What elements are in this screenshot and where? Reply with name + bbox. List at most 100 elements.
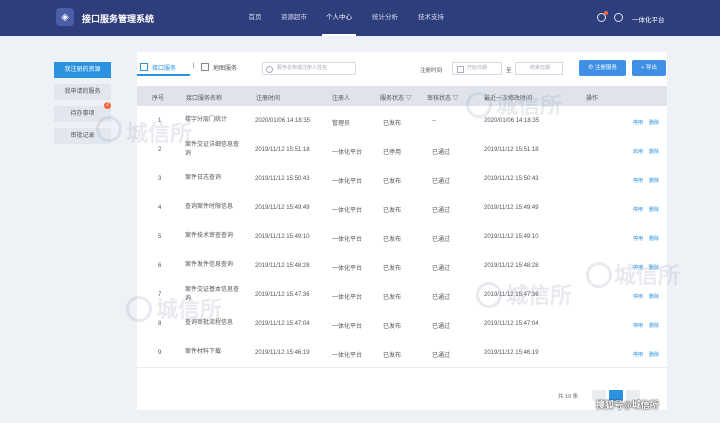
nav-home[interactable]: 首页 — [243, 0, 267, 36]
col-audit[interactable]: 审核状态 ▽ — [427, 93, 459, 102]
cell-reg-time: 2019/11/12 15:47:04 — [255, 321, 310, 327]
col-audit-label: 审核状态 — [427, 96, 452, 102]
cell-audit: 已通过 — [432, 150, 451, 156]
row-action-primary[interactable]: 停用 — [633, 206, 643, 213]
app-logo-icon: ◈ — [56, 8, 74, 26]
calendar-icon — [457, 66, 464, 73]
row-action-delete[interactable]: 删除 — [649, 293, 659, 300]
reg-time-label: 注册时间 — [420, 68, 443, 74]
todo-count-badge: 2 — [104, 102, 111, 109]
row-action-delete[interactable]: 删除 — [649, 206, 659, 213]
cell-audit: 已通过 — [432, 324, 451, 330]
cell-registrant: 一体化平台 — [332, 324, 363, 330]
row-action-primary[interactable]: 停用 — [633, 322, 643, 329]
row-action-primary[interactable]: 停用 — [633, 177, 643, 184]
cell-status: 已发布 — [383, 295, 402, 301]
cell-registrant: 管理员 — [332, 121, 351, 127]
cell-reg-time: 2020/01/06 14:18:35 — [255, 118, 311, 124]
cell-modified: 2019/11/12 15:46:19 — [484, 350, 539, 356]
cell-status: 已发布 — [383, 324, 402, 330]
cell-registrant: 一体化平台 — [332, 237, 363, 243]
row-action-delete[interactable]: 删除 — [649, 119, 659, 126]
row-action-delete[interactable]: 删除 — [649, 148, 659, 155]
end-date-input[interactable]: 结束日期 — [515, 62, 563, 75]
register-service-button[interactable]: ⊕ 注册服务 — [579, 60, 626, 76]
row-action-primary[interactable]: 停用 — [633, 351, 643, 358]
watermark-text: 城信所 — [496, 93, 563, 118]
tab-api-service[interactable]: 接口服务 — [140, 63, 176, 72]
cell-reg-time: 2019/11/12 15:46:19 — [255, 350, 310, 356]
cell-registrant: 一体化平台 — [332, 208, 363, 214]
cell-name: 案件材料下载 — [185, 349, 222, 355]
cell-name: 案件交证详细信息查询 — [185, 142, 240, 157]
row-action-primary[interactable]: 停用 — [633, 235, 643, 242]
table-row: 5 案件技术审查查询 2019/11/12 15:49:10 一体化平台 已发布… — [137, 222, 667, 252]
row-action-primary[interactable]: 停用 — [633, 293, 643, 300]
cell-modified: 2019/11/12 15:50:43 — [484, 176, 539, 182]
user-circle-icon[interactable] — [614, 13, 623, 22]
nav-tech-support[interactable]: 技术支持 — [415, 0, 447, 36]
nav-statistics[interactable]: 统计分析 — [369, 0, 401, 36]
cell-audit: 已通过 — [432, 266, 451, 272]
export-button-label: 导出 — [645, 65, 657, 71]
watermark-logo-icon — [126, 296, 152, 322]
filter-icon: ▽ — [404, 96, 412, 102]
cell-name: 查询案件时限信息 — [185, 204, 234, 210]
tab-map-service[interactable]: 地图服务 — [201, 63, 237, 72]
api-tab-icon — [140, 63, 148, 71]
search-input[interactable]: 服务名称或注册人姓名 — [262, 62, 356, 75]
cell-status: 已发布 — [383, 179, 402, 185]
cell-reg-time: 2019/11/12 15:49:49 — [255, 205, 310, 211]
row-action-delete[interactable]: 删除 — [649, 235, 659, 242]
nav-resource-market[interactable]: 资源超市 — [278, 0, 310, 36]
cell-reg-time: 2019/11/12 15:51:18 — [255, 147, 310, 153]
row-action-delete[interactable]: 删除 — [649, 177, 659, 184]
row-action-delete[interactable]: 删除 — [649, 322, 659, 329]
watermark-logo-icon — [476, 282, 502, 308]
watermark-text: 城信所 — [126, 121, 193, 146]
cell-status: 已发布 — [383, 266, 402, 272]
start-date-input[interactable]: 开始日期 — [452, 62, 502, 75]
cell-status: 已停用 — [383, 150, 402, 156]
export-button[interactable]: + 导出 — [632, 60, 666, 76]
cell-modified: 2019/11/12 15:49:49 — [484, 205, 539, 211]
row-action-delete[interactable]: 删除 — [649, 351, 659, 358]
col-registrant: 注册人 — [332, 96, 351, 102]
user-name[interactable]: 一体化平台 — [632, 14, 665, 24]
watermark-text: 城信所 — [156, 297, 223, 322]
cell-no: 9 — [158, 350, 162, 356]
row-action-primary[interactable]: 启用 — [633, 148, 643, 155]
table-row: 1 楼宇分层门统计 2020/01/06 14:18:35 管理员 已发布 --… — [137, 106, 667, 136]
cell-status: 已发布 — [383, 208, 402, 214]
cell-status: 已发布 — [383, 353, 402, 359]
col-no: 序号 — [152, 96, 165, 102]
cell-registrant: 一体化平台 — [332, 266, 363, 272]
cell-registrant: 一体化平台 — [332, 295, 363, 301]
cell-no: 6 — [158, 263, 162, 269]
cell-audit: 已通过 — [432, 179, 451, 185]
col-name: 接口服务名称 — [186, 96, 223, 102]
search-icon — [266, 66, 273, 73]
active-tab-underline — [137, 74, 190, 76]
nav-personal-center[interactable]: 个人中心 — [322, 0, 356, 36]
col-status[interactable]: 服务状态 ▽ — [380, 93, 412, 102]
app-title: 接口服务管理系统 — [82, 14, 155, 24]
table-row: 2 案件交证详细信息查询 2019/11/12 15:51:18 一体化平台 已… — [137, 135, 667, 165]
cell-no: 4 — [158, 205, 162, 211]
cell-audit: 已通过 — [432, 208, 451, 214]
sidebar-item-my-registered[interactable]: 我注册的资源 — [54, 62, 111, 78]
total-count: 共 10 条 — [558, 394, 579, 400]
end-date-placeholder: 结束日期 — [530, 65, 551, 71]
tab-map-label: 地图服务 — [213, 66, 238, 72]
sidebar-item-my-applied[interactable]: 我申请的服务 — [54, 84, 111, 100]
cell-modified: 2019/11/12 15:47:04 — [484, 321, 539, 327]
cell-reg-time: 2019/11/12 15:47:36 — [255, 292, 310, 298]
cell-audit: 已通过 — [432, 295, 451, 301]
cell-reg-time: 2019/11/12 15:48:28 — [255, 263, 310, 269]
row-action-primary[interactable]: 停用 — [633, 119, 643, 126]
cell-audit: -- — [432, 118, 436, 124]
watermark-logo-icon — [466, 92, 492, 118]
cell-status: 已发布 — [383, 237, 402, 243]
filter-icon: ▽ — [451, 96, 459, 102]
cell-modified: 2019/11/12 15:51:18 — [484, 147, 539, 153]
